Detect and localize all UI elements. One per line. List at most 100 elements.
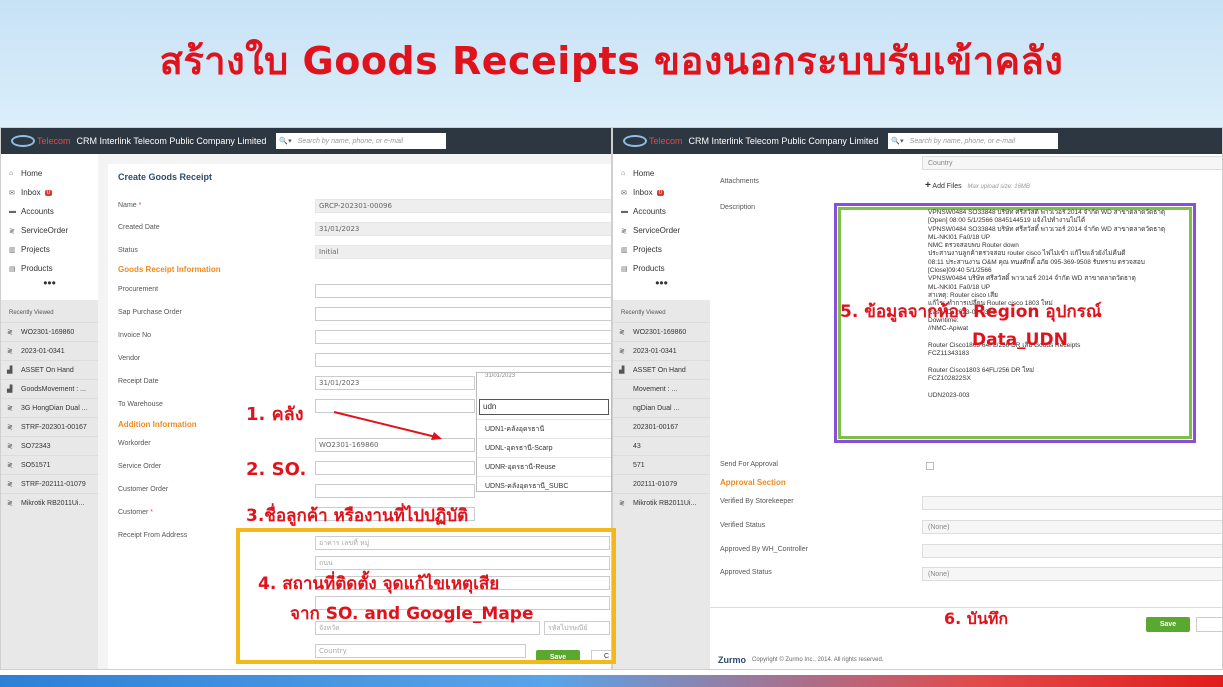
more-menu[interactable]: ••• [1, 277, 98, 294]
mail-icon: ✉ [9, 189, 15, 197]
recent-label: SO51571 [21, 461, 51, 469]
nav-service-order[interactable]: ≷ ServiceOrder [613, 221, 710, 240]
recent-item[interactable]: ▟ ASSET On Hand [1, 360, 98, 379]
nav-service-order-label: ServiceOrder [633, 226, 681, 235]
recent-item[interactable]: 43 [613, 436, 710, 455]
section-addition-info: Addition Information [118, 420, 197, 429]
recent-label: ASSET On Hand [633, 366, 686, 374]
nav-inbox[interactable]: ✉ Inbox 0 [1, 183, 98, 202]
vendor-field[interactable] [315, 353, 611, 367]
recent-label: 3G HongDian Dual ... [21, 404, 88, 412]
created-date-field[interactable]: 31/01/2023 [315, 222, 611, 236]
procurement-field[interactable] [315, 284, 611, 298]
sap-purchase-order-field[interactable] [315, 307, 611, 321]
recent-item[interactable]: ≷ STRF-202301-00167 [1, 417, 98, 436]
approval-section-title: Approval Section [720, 478, 786, 487]
status-field[interactable]: Initial [315, 245, 611, 259]
dropdown-option[interactable]: UDNS-คลังอุดรธานี_SUBC [477, 476, 611, 495]
recent-item[interactable]: ▟ ASSET On Hand [613, 360, 710, 379]
invoice-field[interactable] [315, 330, 611, 344]
warehouse-search-input[interactable]: udn [479, 399, 609, 415]
recent-label: 2023-01-0341 [21, 347, 65, 355]
recent-item[interactable]: ≷ 2023-01-0341 [1, 341, 98, 360]
service-icon: ≷ [7, 405, 13, 412]
more-menu[interactable]: ••• [613, 277, 710, 294]
recent-label: ngDian Dual ... [633, 404, 680, 412]
dropdown-option[interactable]: UDNL-อุดรธานี-Scarp [477, 438, 611, 457]
logo[interactable]: Telecom [623, 135, 683, 147]
max-upload-note: Max upload size: 16MB [967, 184, 1030, 190]
nav-home-label: Home [21, 169, 43, 178]
recent-item[interactable]: ≷ 2023-01-0341 [613, 341, 710, 360]
service-icon: ≷ [619, 348, 625, 355]
projects-icon: ▥ [9, 246, 16, 254]
recent-title: Recently Viewed [9, 310, 54, 316]
verified-status-select[interactable]: (None) [922, 520, 1222, 534]
service-icon: ≷ [7, 500, 13, 507]
save-button[interactable]: Save [1146, 617, 1190, 632]
recent-label: STRF-202111-01079 [21, 480, 86, 488]
recent-item[interactable]: ≷ WO2301-169860 [613, 322, 710, 341]
description-line [928, 383, 1188, 391]
recent-item[interactable]: ≷ SO72343 [1, 436, 98, 455]
recent-item[interactable]: ≷ Mikrotik RB2011Ui... [613, 493, 710, 512]
service-icon: ≷ [619, 500, 625, 507]
recent-label: ASSET On Hand [21, 366, 74, 374]
nav-accounts[interactable]: ▬ Accounts [613, 202, 710, 221]
dropdown-option[interactable]: UDNR-อุดรธานี-Reuse [477, 457, 611, 476]
approved-by-field[interactable] [922, 544, 1222, 558]
status-label: Status [118, 246, 138, 254]
send-approval-checkbox[interactable] [926, 462, 934, 470]
recent-label: 2023-01-0341 [633, 347, 677, 355]
recent-item[interactable]: Movement : ... [613, 379, 710, 398]
nav-service-order[interactable]: ≷ ServiceOrder [1, 221, 98, 240]
service-order-field[interactable] [315, 461, 475, 475]
recent-item[interactable]: 202301-00167 [613, 417, 710, 436]
global-search-input[interactable]: 🔍▾ Search by name, phone, or e-mail [888, 133, 1059, 149]
attachments-label: Attachments [720, 178, 759, 185]
annotation-4-line1: 4. สถานที่ติดตั้ง จุดแก้ไขเหตุเสีย [258, 574, 500, 594]
customer-order-field[interactable] [315, 484, 475, 498]
recent-item[interactable]: ≷ STRF-202111-01079 [1, 474, 98, 493]
recent-item[interactable]: ngDian Dual ... [613, 398, 710, 417]
verified-by-field[interactable] [922, 496, 1222, 510]
nav-accounts-label: Accounts [21, 207, 54, 216]
add-files-button[interactable]: + Add Files Max upload size: 16MB [925, 180, 1030, 191]
description-label: Description [720, 204, 756, 211]
recent-item[interactable]: ▟ GoodsMovement : ... [1, 379, 98, 398]
nav-projects[interactable]: ▥ Projects [613, 240, 710, 259]
recent-item[interactable]: 571 [613, 455, 710, 474]
approved-by-label: Approved By WH_Controller [720, 546, 808, 553]
name-field[interactable]: GRCP-202301-00096 [315, 199, 611, 213]
home-icon: ⌂ [621, 170, 626, 177]
recent-item[interactable]: ≷ 3G HongDian Dual ... [1, 398, 98, 417]
nav-home[interactable]: ⌂ Home [1, 164, 98, 183]
chart-icon: ▟ [7, 367, 13, 374]
recent-label: STRF-202301-00167 [21, 423, 87, 431]
logo[interactable]: Telecom [11, 135, 71, 147]
recent-item[interactable]: 202111-01079 [613, 474, 710, 493]
nav-home[interactable]: ⌂ Home [613, 164, 710, 183]
recent-label: 202301-00167 [633, 423, 679, 431]
nav-projects[interactable]: ▥ Projects [1, 240, 98, 259]
country-field[interactable]: Country [922, 156, 1222, 170]
approved-status-select[interactable]: (None) [922, 567, 1222, 581]
customer-order-label: Customer Order [118, 485, 169, 493]
bottom-stripe [0, 675, 1223, 687]
dropdown-option[interactable]: UDN1-คลังอุดรธานี [477, 419, 611, 438]
cancel-button[interactable] [1196, 617, 1222, 632]
footer-brand: Zurmo [718, 655, 746, 665]
receipt-date-field[interactable]: 31/01/2023 [315, 376, 475, 390]
search-icon: 🔍▾ [891, 138, 904, 145]
send-approval-label: Send For Approval [720, 461, 778, 468]
nav-projects-label: Projects [633, 245, 662, 254]
nav-accounts[interactable]: ▬ Accounts [1, 202, 98, 221]
recent-item[interactable]: ≷ SO51571 [1, 455, 98, 474]
global-search-input[interactable]: 🔍▾ Search by name, phone, or e-mail [276, 133, 447, 149]
form-title: Create Goods Receipt [118, 172, 213, 182]
nav-inbox[interactable]: ✉ Inbox 0 [613, 183, 710, 202]
description-line: ประสานงานลูกค้าตรวจสอบ router cisco ไฟไม… [928, 250, 1126, 258]
recent-item[interactable]: ≷ Mikrotik RB2011Ui... [1, 493, 98, 512]
description-line: FCZ102822SX [928, 374, 971, 382]
recent-item[interactable]: ≷ WO2301-169860 [1, 322, 98, 341]
